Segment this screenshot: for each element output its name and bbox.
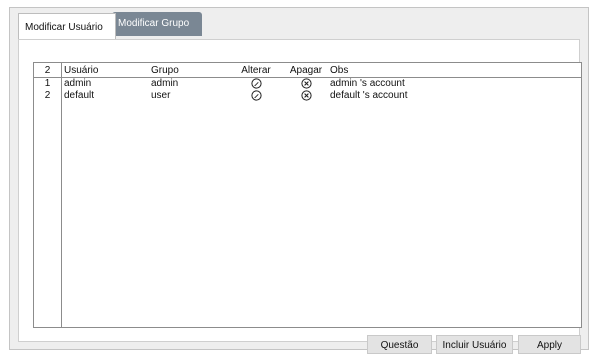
row-delete-cell (284, 78, 328, 90)
add-user-button[interactable]: Incluir Usuário (436, 335, 513, 354)
apply-button[interactable]: Apply (518, 335, 581, 354)
row-group: user (151, 90, 171, 101)
footer-buttons: Questão Incluir Usuário Apply (0, 335, 596, 355)
header-edit: Alterar (241, 65, 271, 76)
header-delete: Apagar (289, 65, 323, 76)
tab-modify-group[interactable]: Modificar Grupo (112, 12, 202, 36)
row-user: default (64, 90, 95, 101)
close-circle-icon[interactable] (300, 90, 312, 101)
row-user: admin (64, 78, 92, 89)
user-table: 2 Usuário Grupo Alterar Apagar Obs 1 adm… (33, 62, 582, 328)
row-index: 2 (44, 90, 51, 101)
table-header-row: 2 Usuário Grupo Alterar Apagar Obs (34, 65, 581, 78)
close-circle-icon[interactable] (300, 78, 312, 89)
tab-bar: Modificar Grupo Modificar Usuário (10, 8, 588, 40)
row-index: 1 (44, 78, 51, 89)
row-obs: admin 's account (330, 78, 405, 89)
header-obs: Obs (330, 65, 349, 76)
tab-modify-user[interactable]: Modificar Usuário (18, 13, 116, 40)
row-delete-cell (284, 90, 328, 102)
header-group: Grupo (151, 65, 179, 76)
row-group: admin (151, 78, 179, 89)
index-column-divider (61, 63, 62, 327)
table-row[interactable]: 1 admin admin admin 's account (34, 78, 581, 90)
pencil-circle-icon[interactable] (250, 78, 262, 89)
header-user-count: 2 (44, 65, 51, 76)
question-button[interactable]: Questão (367, 335, 432, 354)
table-row[interactable]: 2 default user default 's account (34, 90, 581, 102)
user-management-window: Modificar Grupo Modificar Usuário 2 Usuá… (9, 7, 589, 350)
tab-panel-modify-user: 2 Usuário Grupo Alterar Apagar Obs 1 adm… (18, 39, 582, 342)
header-user: Usuário (64, 65, 99, 76)
row-edit-cell (236, 78, 276, 90)
row-edit-cell (236, 90, 276, 102)
row-obs: default 's account (330, 90, 408, 101)
pencil-circle-icon[interactable] (250, 90, 262, 101)
